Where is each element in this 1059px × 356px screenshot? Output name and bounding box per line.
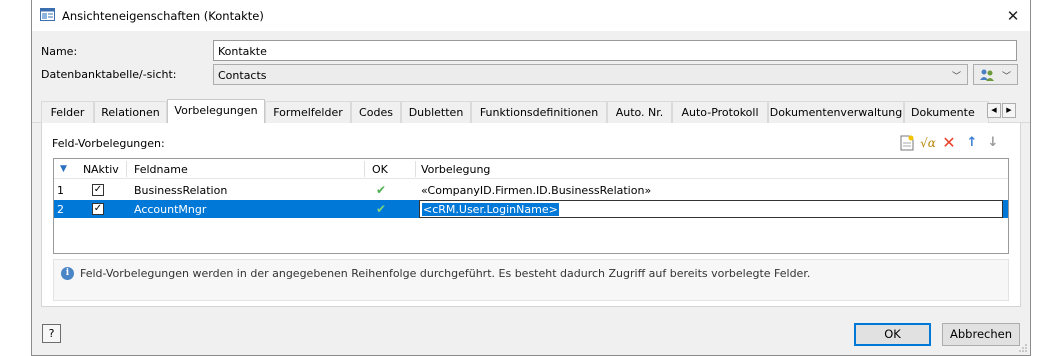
tab-felder[interactable]: Felder [41,101,94,123]
close-icon: ✕ [1006,6,1020,25]
tab-vorbelegungen[interactable]: Vorbelegungen [167,99,265,124]
header-nr[interactable]: N [83,163,91,176]
info-box: i Feld-Vorbelegungen werden in der angeg… [53,259,1009,301]
tab-relationen[interactable]: Relationen [94,101,167,123]
window-title: Ansichteneigenschaften (Kontakte) [62,9,264,23]
close-button[interactable]: ✕ [996,0,1030,31]
active-checkbox[interactable]: ✓ [92,184,104,196]
header-aktiv[interactable]: Aktiv [91,163,119,176]
chevron-down-icon: ﹀ [951,72,961,82]
ok-check-icon: ✔ [376,183,387,197]
section-title: Feld-Vorbelegungen: [52,137,165,150]
tab-scroll-right-icon[interactable]: ▶ [1002,103,1016,118]
tab-dubletten[interactable]: Dubletten [401,101,471,123]
table-select-value: Contacts [218,69,267,82]
editor-selected-text: <cRM.User.LoginName> [422,203,559,216]
tab-funktionsdefinitionen[interactable]: Funktionsdefinitionen [471,101,607,123]
info-icon: i [61,267,74,280]
table-row-selected[interactable]: 2 ✓ AccountMngr ✔ <cRM.User.LoginName> [54,200,1008,218]
defaults-grid[interactable]: ▼ N Aktiv Feldname OK Vorbelegung 1 ✓ Bu… [53,158,1009,254]
ok-check-icon: ✔ [376,202,387,216]
row-default-value[interactable]: «CompanyID.Firmen.ID.BusinessRelation» [421,184,651,197]
tab-dokumentenverwaltung[interactable]: Dokumentenverwaltung [768,101,904,123]
tab-auto-nr[interactable]: Auto. Nr. [607,101,672,123]
new-entry-icon[interactable] [899,135,915,151]
name-input[interactable]: Kontakte [213,40,1017,61]
row-nr: 2 [57,203,64,216]
header-feldname[interactable]: Feldname [134,163,188,176]
help-icon: ? [48,327,55,340]
header-ok[interactable]: OK [372,163,388,176]
tab-auto-protokoll[interactable]: Auto-Protokoll [672,101,768,123]
help-button[interactable]: ? [42,324,61,343]
row-field-name: AccountMngr [134,203,207,216]
active-checkbox[interactable]: ✓ [92,203,104,215]
move-down-icon[interactable]: ↓ [985,135,1001,151]
tab-codes[interactable]: Codes [351,101,401,123]
name-label: Name: [41,45,78,58]
user-chevron-icon: ﹀ [1001,72,1011,82]
row-nr: 1 [57,184,64,197]
table-label: Datenbanktabelle/-sicht: [41,68,177,81]
formula-icon[interactable]: √α [920,135,936,151]
table-row[interactable]: 1 ✓ BusinessRelation ✔ «CompanyID.Firmen… [54,181,1008,199]
users-icon [980,69,994,81]
tab-formelfelder[interactable]: Formelfelder [265,101,351,123]
grid-header-row: ▼ N Aktiv Feldname OK Vorbelegung [54,159,1008,179]
default-value-editor[interactable]: <cRM.User.LoginName> [419,200,1003,218]
move-up-icon[interactable]: ↑ [964,135,980,151]
dialog-window: Ansichteneigenschaften (Kontakte) ✕ Name… [31,0,1031,356]
user-select-button[interactable]: ﹀ [973,64,1018,85]
cancel-button[interactable]: Abbrechen [942,323,1020,346]
ok-button[interactable]: OK [854,323,931,346]
tab-dokumente[interactable]: Dokumente [904,101,989,123]
info-text: Feld-Vorbelegungen werden in der angegeb… [80,267,811,280]
delete-icon[interactable]: ✕ [941,135,957,151]
resize-grip-icon[interactable] [1018,343,1028,353]
tab-panel-vorbelegungen: Feld-Vorbelegungen: √α ✕ ↑ ↓ ▼ N Aktiv F… [41,123,1021,307]
tab-strip: Felder Relationen Vorbelegungen Formelfe… [32,99,1030,124]
tab-scroll-left-icon[interactable]: ◀ [987,103,1001,118]
sort-indicator-icon[interactable]: ▼ [60,164,67,174]
title-bar: Ansichteneigenschaften (Kontakte) ✕ [32,0,1030,31]
table-select[interactable]: Contacts ﹀ [213,64,968,85]
view-properties-icon [40,8,55,21]
row-field-name: BusinessRelation [134,184,228,197]
header-vorbelegung[interactable]: Vorbelegung [421,163,490,176]
